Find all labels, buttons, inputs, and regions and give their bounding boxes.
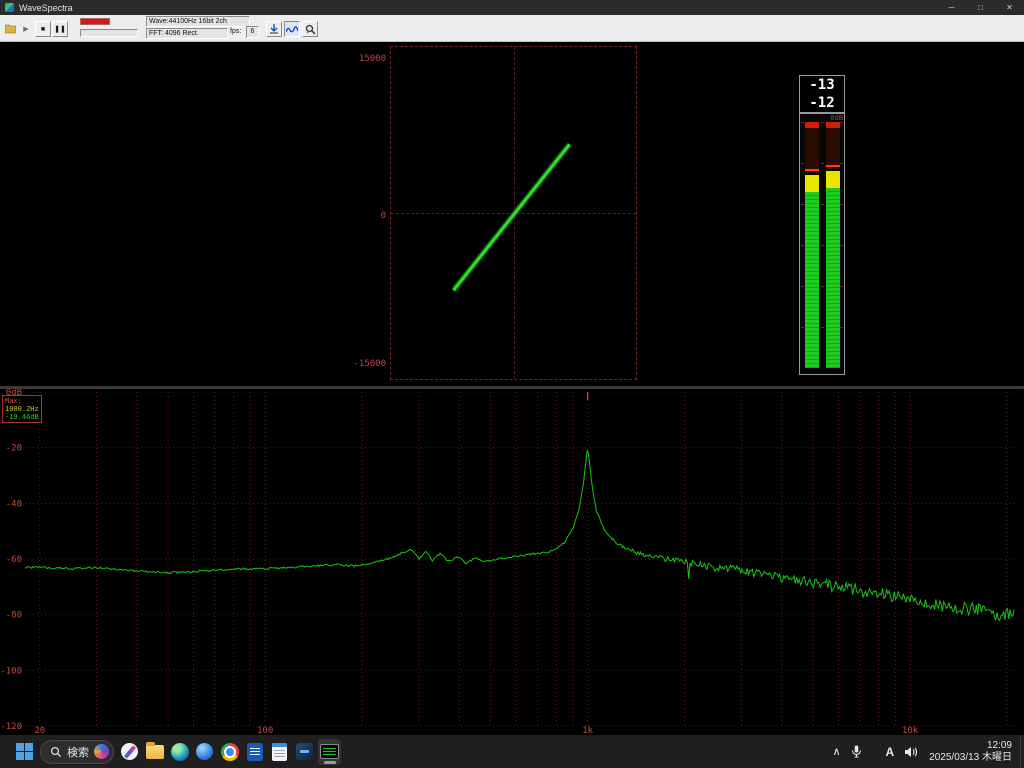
meter-yellow-segment — [826, 171, 840, 187]
taskbar-app-edge[interactable] — [168, 739, 191, 765]
svg-text:-20: -20 — [6, 444, 22, 454]
taskbar-app-blue-doc[interactable] — [243, 739, 266, 765]
start-button[interactable] — [13, 739, 36, 765]
taskbar-app-file-explorer[interactable] — [143, 739, 166, 765]
tray-chevron-up-icon[interactable]: ∧ — [827, 739, 845, 765]
meter-peak-hold — [805, 169, 819, 171]
meter-bar-left — [805, 114, 819, 374]
wavespectra-app-icon — [320, 744, 339, 759]
fps-input[interactable]: 6 — [246, 26, 259, 38]
pen-app-icon — [121, 743, 138, 760]
peak-info-box: Max: 1000.2Hz -19.46dB — [2, 395, 42, 423]
meter-left-value: -13 — [800, 76, 844, 94]
taskbar-app-chrome[interactable] — [218, 739, 241, 765]
input-select-button[interactable] — [266, 21, 282, 37]
record-level-indicator — [80, 18, 110, 25]
meter-bar-right — [826, 114, 840, 374]
tray-date: 2025/03/13 木曜日 — [929, 752, 1012, 764]
window-controls: ─ □ ✕ — [937, 0, 1024, 15]
tray-time: 12:09 — [929, 740, 1012, 752]
lissajous-trace-svg — [391, 47, 636, 379]
svg-text:1k: 1k — [582, 726, 593, 735]
minimize-button[interactable]: ─ — [937, 0, 966, 15]
wave-format-field: Wave:44100Hz 16bit 2ch — [146, 16, 250, 27]
scope-ymid-label: 0 — [352, 211, 386, 221]
taskbar: 検索 ∧ A 12:09 2025/03/13 木曜日 — [0, 735, 1024, 768]
svg-text:-120: -120 — [0, 722, 22, 732]
svg-text:-40: -40 — [6, 499, 22, 509]
spectrum-trace — [25, 450, 1014, 620]
scope-ymax-label: 15000 — [352, 54, 386, 64]
meter-ticks-left — [801, 122, 804, 368]
spectrum-section: 0dB-20-40-60-80-100-120201001k10k Max: 1… — [0, 389, 1024, 735]
ime-indicator[interactable]: A — [881, 739, 900, 765]
maximize-button[interactable]: □ — [966, 0, 995, 15]
peak-level: -19.46dB — [5, 413, 39, 421]
app-icon — [5, 3, 14, 12]
meter-ticks-mid — [821, 122, 824, 368]
taskbar-app-pen[interactable] — [118, 739, 141, 765]
svg-text:100: 100 — [257, 726, 273, 735]
meter-green-segment — [805, 192, 819, 368]
show-desktop-button[interactable] — [1020, 735, 1024, 768]
scope-ymin-label: -15000 — [352, 359, 386, 369]
svg-text:10k: 10k — [902, 726, 919, 735]
svg-text:-60: -60 — [6, 555, 22, 565]
chrome-icon — [221, 743, 239, 761]
meter-unlit-zone — [826, 128, 840, 169]
microphone-icon[interactable] — [846, 739, 867, 765]
volume-icon[interactable] — [899, 739, 923, 765]
pause-button[interactable]: ❚❚ — [52, 21, 68, 37]
play-button[interactable]: ▶ — [18, 21, 34, 37]
white-doc-app-icon — [272, 743, 287, 761]
system-tray: ∧ A 12:09 2025/03/13 木曜日 — [827, 735, 1024, 768]
blue-doc-app-icon — [247, 743, 263, 761]
meter-ticks-right — [840, 122, 843, 368]
open-file-icon[interactable] — [2, 21, 18, 37]
svg-text:20: 20 — [34, 726, 45, 735]
titlebar: WaveSpectra ─ □ ✕ — [0, 0, 1024, 15]
position-slider[interactable] — [80, 29, 138, 37]
peak-info-label: Max: — [5, 397, 39, 405]
taskbar-app-blue-orb[interactable] — [193, 739, 216, 765]
meter-readout: -13 -12 — [799, 75, 845, 113]
settings-magnifier-icon[interactable] — [302, 21, 318, 37]
meter-right-value: -12 — [800, 94, 844, 112]
taskbar-app-wavespectra[interactable] — [318, 739, 341, 765]
spectrum-view-button[interactable] — [284, 21, 300, 37]
peak-frequency: 1000.2Hz — [5, 405, 39, 413]
lissajous-trace — [453, 144, 569, 290]
fft-settings-field: FFT: 4096 Rect. — [146, 28, 228, 39]
search-input[interactable]: 検索 — [40, 740, 114, 764]
level-meter: 0dB — [799, 113, 845, 375]
svg-text:-80: -80 — [6, 611, 22, 621]
close-button[interactable]: ✕ — [995, 0, 1024, 15]
svg-text:-100: -100 — [0, 666, 22, 676]
dark-blue-app-icon — [296, 743, 313, 760]
meter-unlit-zone — [805, 128, 819, 173]
meter-peak-hold — [826, 165, 840, 167]
window-title: WaveSpectra — [19, 3, 73, 13]
stop-button[interactable]: ■ — [35, 21, 51, 37]
lissajous-display — [390, 46, 637, 380]
spectrum-grid — [25, 392, 1014, 726]
wavespectra-window: WaveSpectra ─ □ ✕ ▶ ■ ❚❚ Wave:44100Hz 16… — [0, 0, 1024, 768]
scope-section: 15000 0 -15000 -13 -12 0dB — [0, 42, 1024, 386]
taskbar-app-dark-blue[interactable] — [293, 739, 316, 765]
file-explorer-icon — [146, 745, 164, 759]
taskbar-app-white-doc[interactable] — [268, 739, 291, 765]
edge-icon — [171, 743, 189, 761]
spectrum-plot: 0dB-20-40-60-80-100-120201001k10k — [0, 389, 1024, 735]
tray-clock[interactable]: 12:09 2025/03/13 木曜日 — [923, 740, 1020, 764]
meter-green-segment — [826, 188, 840, 368]
toolbar: ▶ ■ ❚❚ Wave:44100Hz 16bit 2ch FFT: 4096 … — [0, 15, 1024, 42]
search-highlights-icon — [94, 744, 109, 759]
meter-yellow-segment — [805, 175, 819, 191]
search-icon — [50, 746, 62, 758]
fps-label: fps: — [230, 28, 241, 35]
blue-orb-app-icon — [196, 743, 213, 760]
search-placeholder: 検索 — [67, 744, 89, 760]
